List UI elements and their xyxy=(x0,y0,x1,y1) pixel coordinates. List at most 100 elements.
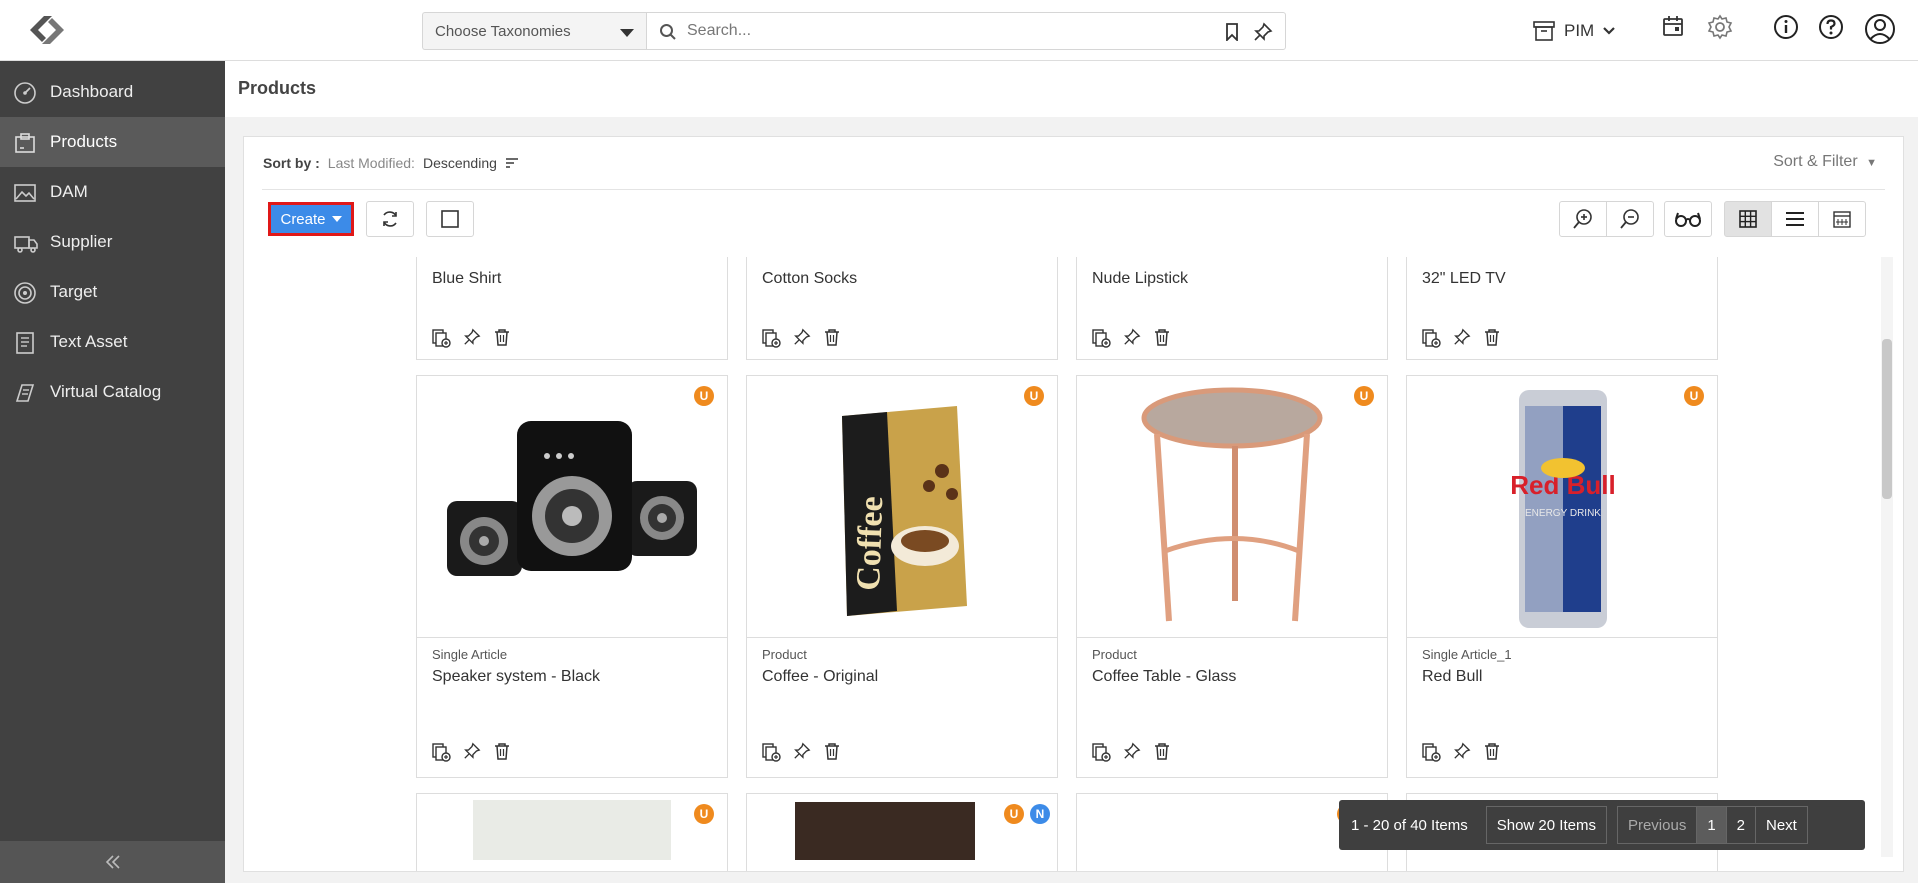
calendar-icon[interactable] xyxy=(1661,14,1685,43)
chevron-down-icon xyxy=(1603,27,1616,35)
sort-descending-icon[interactable] xyxy=(505,157,519,169)
refresh-button[interactable] xyxy=(366,201,414,237)
create-button-label: Create xyxy=(280,210,326,228)
sidebar-collapse-button[interactable] xyxy=(0,841,225,883)
pin-icon[interactable] xyxy=(1123,742,1141,767)
search-icon xyxy=(659,23,677,46)
copy-add-icon[interactable] xyxy=(1421,328,1441,353)
select-all-checkbox[interactable] xyxy=(426,201,474,237)
user-avatar-icon[interactable] xyxy=(1864,13,1896,50)
product-name[interactable]: Coffee Table - Glass xyxy=(1092,668,1236,686)
pin-icon[interactable] xyxy=(1453,328,1471,353)
sidebar-item-products[interactable]: Products xyxy=(0,117,225,167)
trash-icon[interactable] xyxy=(493,742,511,767)
zoom-in-button[interactable] xyxy=(1559,201,1607,237)
sidebar-item-supplier[interactable]: Supplier xyxy=(0,217,225,267)
copy-add-icon[interactable] xyxy=(761,328,781,353)
calendar-view-button[interactable] xyxy=(1818,201,1866,237)
copy-add-icon[interactable] xyxy=(761,742,781,767)
sidebar-item-label: Dashboard xyxy=(50,82,134,101)
product-name[interactable]: Red Bull xyxy=(1422,668,1482,686)
status-badge: U xyxy=(694,386,714,406)
product-image[interactable]: U xyxy=(417,376,727,638)
previous-page-button[interactable]: Previous xyxy=(1616,806,1697,844)
sort-field[interactable]: Last Modified: xyxy=(328,155,415,171)
copy-add-icon[interactable] xyxy=(1091,328,1111,353)
product-card[interactable]: Nude Lipstick xyxy=(1076,257,1388,360)
product-image[interactable] xyxy=(473,800,671,860)
pin-icon[interactable] xyxy=(793,742,811,767)
list-view-button[interactable] xyxy=(1771,201,1819,237)
create-button[interactable]: Create xyxy=(268,202,354,236)
sidebar-item-virtual-catalog[interactable]: Virtual Catalog xyxy=(0,367,225,417)
product-name[interactable]: 32" LED TV xyxy=(1422,270,1506,288)
calendar-icon xyxy=(1833,211,1851,228)
product-image[interactable]: Red Bull ENERGY DRINK U xyxy=(1407,376,1717,638)
trash-icon[interactable] xyxy=(1483,328,1501,353)
sidebar-item-dam[interactable]: DAM xyxy=(0,167,225,217)
product-name[interactable]: Speaker system - Black xyxy=(432,668,600,686)
pin-icon[interactable] xyxy=(793,328,811,353)
sort-direction[interactable]: Descending xyxy=(423,155,497,171)
sort-filter-toggle[interactable]: Sort & Filter ▼ xyxy=(1773,153,1877,171)
product-card[interactable]: Blue Shirt xyxy=(416,257,728,360)
product-card[interactable]: Cotton Socks xyxy=(746,257,1058,360)
pin-icon[interactable] xyxy=(463,328,481,353)
product-image[interactable] xyxy=(795,802,975,860)
product-name[interactable]: Blue Shirt xyxy=(432,270,501,288)
product-name[interactable]: Nude Lipstick xyxy=(1092,270,1188,288)
trash-icon[interactable] xyxy=(1153,328,1171,353)
grid-view-button[interactable] xyxy=(1724,201,1772,237)
refresh-icon xyxy=(383,211,397,227)
page-2-button[interactable]: 2 xyxy=(1725,806,1755,844)
trash-icon[interactable] xyxy=(1153,742,1171,767)
zoom-out-icon xyxy=(1620,209,1639,229)
product-type: Single Article xyxy=(432,647,508,662)
sidebar-item-label: Text Asset xyxy=(50,332,128,351)
pin-icon[interactable] xyxy=(463,742,481,767)
trash-icon[interactable] xyxy=(1483,742,1501,767)
page-1-button[interactable]: 1 xyxy=(1696,806,1726,844)
trash-icon[interactable] xyxy=(823,742,841,767)
product-card[interactable]: U N xyxy=(746,793,1058,871)
search-input[interactable] xyxy=(687,20,1207,42)
info-icon[interactable] xyxy=(1773,14,1799,45)
help-icon[interactable] xyxy=(1818,14,1844,45)
copy-add-icon[interactable] xyxy=(1421,742,1441,767)
sidebar-item-target[interactable]: Target xyxy=(0,267,225,317)
copy-add-icon[interactable] xyxy=(431,742,451,767)
product-name[interactable]: Cotton Socks xyxy=(762,270,857,288)
taxonomy-select[interactable]: Choose Taxonomies xyxy=(422,12,646,50)
trash-icon[interactable] xyxy=(493,328,511,353)
app-logo[interactable] xyxy=(22,10,72,50)
next-page-button[interactable]: Next xyxy=(1755,806,1808,844)
product-card[interactable]: Coffee U Product Coffee - Original xyxy=(746,375,1058,778)
gear-icon[interactable] xyxy=(1707,14,1733,45)
page-size-button[interactable]: Show 20 Items xyxy=(1485,806,1607,844)
card-actions xyxy=(1421,742,1501,767)
product-image[interactable]: Coffee U xyxy=(747,376,1057,638)
product-card[interactable]: U xyxy=(416,793,728,871)
product-card[interactable]: Red Bull ENERGY DRINK U Single Article_1… xyxy=(1406,375,1718,778)
pin-icon[interactable] xyxy=(1253,22,1273,47)
pin-icon[interactable] xyxy=(1123,328,1141,353)
preview-button[interactable] xyxy=(1664,201,1712,237)
product-card[interactable]: U Product Coffee Table - Glass xyxy=(1076,375,1388,778)
copy-add-icon[interactable] xyxy=(431,328,451,353)
product-card[interactable]: 32" LED TV xyxy=(1406,257,1718,360)
product-card[interactable]: U Single Article Speaker system - Black xyxy=(416,375,728,778)
copy-add-icon[interactable] xyxy=(1091,742,1111,767)
product-name[interactable]: Coffee - Original xyxy=(762,668,878,686)
scrollbar[interactable] xyxy=(1881,257,1893,857)
bookmark-icon[interactable] xyxy=(1225,23,1239,46)
zoom-out-button[interactable] xyxy=(1606,201,1654,237)
sidebar-item-text-asset[interactable]: Text Asset xyxy=(0,317,225,367)
trash-icon[interactable] xyxy=(823,328,841,353)
checkbox-icon xyxy=(441,210,459,228)
card-actions xyxy=(1091,328,1171,353)
product-image[interactable]: U xyxy=(1077,376,1387,638)
pin-icon[interactable] xyxy=(1453,742,1471,767)
sidebar-item-dashboard[interactable]: Dashboard xyxy=(0,67,225,117)
scrollbar-thumb[interactable] xyxy=(1882,339,1892,499)
module-switcher[interactable]: PIM xyxy=(1532,12,1616,50)
